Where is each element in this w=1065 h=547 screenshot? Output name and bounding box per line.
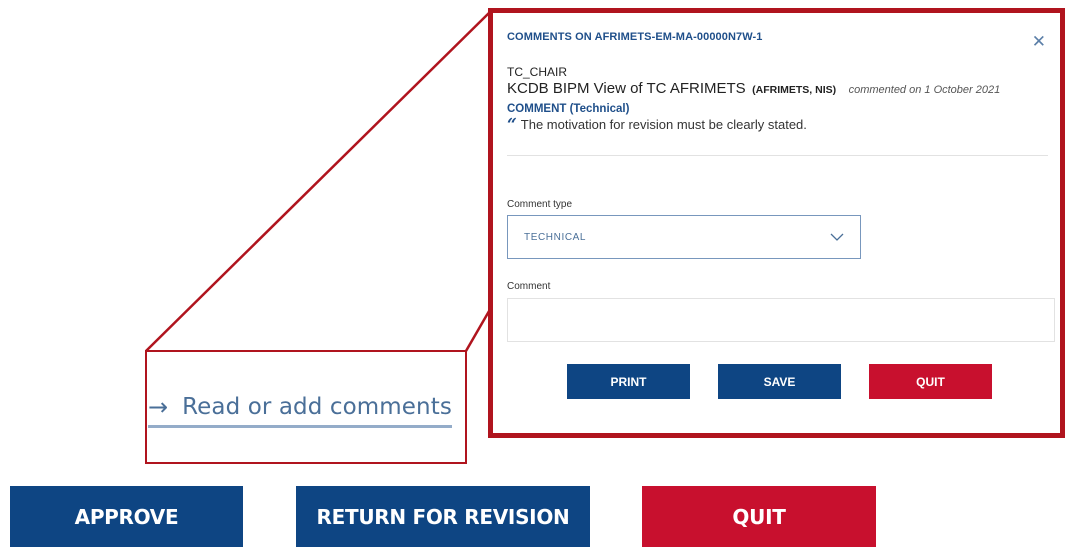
- print-button[interactable]: PRINT: [567, 364, 690, 399]
- divider: [507, 155, 1048, 156]
- approve-button[interactable]: APPROVE: [10, 486, 243, 547]
- author-name: KCDB BIPM View of TC AFRIMETS: [507, 80, 746, 97]
- read-add-comments-label: Read or add comments: [182, 393, 452, 420]
- author-org: (AFRIMETS, NIS): [752, 84, 837, 96]
- comment-input[interactable]: [507, 298, 1055, 342]
- comment-label: Comment: [507, 281, 551, 292]
- chevron-down-icon: [830, 233, 844, 241]
- close-icon[interactable]: ✕: [1032, 34, 1046, 51]
- comment-type-label: Comment type: [507, 199, 573, 210]
- comment-entry: TC_CHAIR KCDB BIPM View of TC AFRIMETS (…: [507, 65, 1047, 135]
- author-line: KCDB BIPM View of TC AFRIMETS (AFRIMETS,…: [507, 80, 1047, 99]
- arrow-right-icon: →: [148, 392, 169, 421]
- comment-type-select[interactable]: TECHNICAL: [507, 215, 861, 259]
- save-button[interactable]: SAVE: [718, 364, 841, 399]
- comment-kind: COMMENT (Technical): [507, 103, 630, 115]
- comment-type-value: TECHNICAL: [524, 231, 587, 243]
- comment-date: commented on 1 October 2021: [848, 84, 1001, 96]
- comment-text: The motivation for revision must be clea…: [520, 117, 807, 132]
- modal-quit-button[interactable]: QUIT: [869, 364, 992, 399]
- author-role: TC_CHAIR: [507, 65, 568, 79]
- quit-button[interactable]: QUIT: [642, 486, 876, 547]
- modal-title: COMMENTS ON AFRIMETS-EM-MA-00000N7W-1: [507, 31, 763, 43]
- comment-text-row: “ The motivation for revision must be cl…: [507, 115, 1047, 135]
- return-for-revision-button[interactable]: RETURN FOR REVISION: [296, 486, 590, 547]
- comments-modal: COMMENTS ON AFRIMETS-EM-MA-00000N7W-1 ✕ …: [488, 8, 1065, 438]
- read-add-comments-link[interactable]: → Read or add comments: [148, 388, 452, 428]
- quote-icon: “: [507, 115, 517, 135]
